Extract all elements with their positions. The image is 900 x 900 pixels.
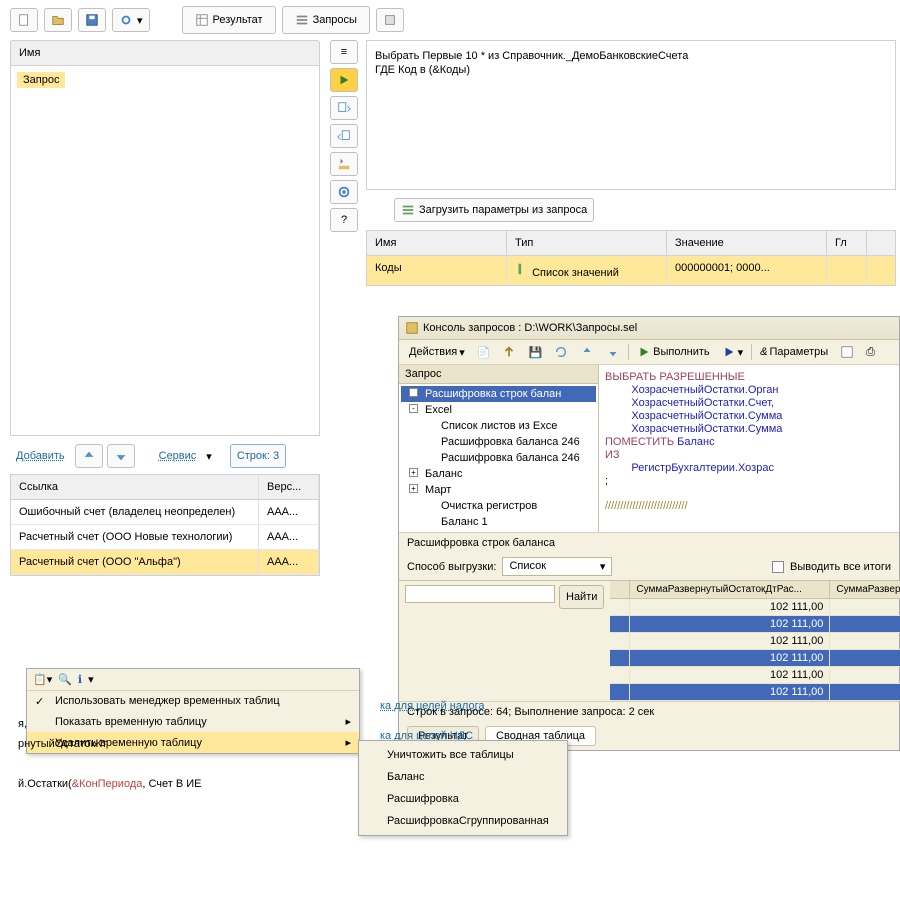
- new-doc-button[interactable]: [10, 8, 38, 32]
- queries-label: Запросы: [313, 14, 357, 26]
- param-row[interactable]: Коды Список значений 000000001; 0000...: [367, 256, 895, 285]
- list-icon: [515, 262, 529, 276]
- help-button[interactable]: ?: [330, 208, 358, 232]
- left-tree-body: Запрос: [10, 66, 320, 436]
- ctx-copy-icon[interactable]: 📋▾: [33, 673, 52, 686]
- search-input[interactable]: [405, 585, 555, 603]
- show-totals-checkbox[interactable]: [772, 561, 784, 573]
- grid-row[interactable]: 102 111,00: [610, 616, 900, 633]
- table-row[interactable]: Расчетный счет (ООО Новые технологии)ААА…: [11, 525, 319, 550]
- load-params-button[interactable]: Загрузить параметры из запроса: [394, 198, 594, 222]
- grid-row[interactable]: 102 111,00: [610, 650, 900, 667]
- console-tree: +Расшифровка строк балан -Excel Список л…: [399, 384, 598, 532]
- console-title-text: Консоль запросов : D:\WORK\Запросы.sel: [423, 322, 637, 334]
- expand-icon[interactable]: +: [409, 388, 418, 397]
- tree-item[interactable]: Список листов из Exce: [401, 418, 596, 434]
- submenu-item[interactable]: РасшифровкаСгруппированная: [359, 810, 567, 832]
- tree-item[interactable]: Очистка регистров: [401, 498, 596, 514]
- move-down-button[interactable]: [107, 444, 135, 468]
- tax-link[interactable]: ка для целей налога: [380, 700, 484, 712]
- execute-button[interactable]: Выполнить: [633, 343, 713, 361]
- target-button[interactable]: [330, 180, 358, 204]
- grid-col-2[interactable]: СуммаРазвер: [830, 581, 900, 598]
- console-code-view[interactable]: ВЫБРАТЬ РАЗРЕШЕННЫЕ ХозрасчетныйОстатки.…: [599, 365, 899, 532]
- expand-icon[interactable]: +: [409, 468, 418, 477]
- grid-row[interactable]: 102 111,00: [610, 633, 900, 650]
- tb-refresh-icon[interactable]: [550, 343, 572, 361]
- edit-button[interactable]: [330, 152, 358, 176]
- tb-new-icon[interactable]: 📄: [473, 344, 495, 361]
- submenu-item[interactable]: Расшифровка: [359, 788, 567, 810]
- ctx-find-icon[interactable]: 🔍: [58, 673, 72, 686]
- param-col-type[interactable]: Тип: [507, 231, 667, 255]
- export-label: Способ выгрузки:: [407, 561, 496, 573]
- result-label: Результат: [213, 14, 263, 26]
- queries-button[interactable]: Запросы: [282, 6, 370, 34]
- tb-up2-icon[interactable]: [576, 343, 598, 361]
- col-ref-header[interactable]: Ссылка: [11, 475, 259, 499]
- query-editor[interactable]: Выбрать Первые 10 * из Справочник._ДемоБ…: [366, 40, 896, 190]
- tree-item[interactable]: Баланс 1: [401, 514, 596, 530]
- table-row[interactable]: Расчетный счет (ООО "Альфа")ААА...: [11, 550, 319, 575]
- grid-row[interactable]: 102 111,00: [610, 684, 900, 701]
- console-window: Консоль запросов : D:\WORK\Запросы.sel Д…: [398, 316, 900, 751]
- add-link[interactable]: Добавить: [10, 446, 71, 466]
- collapse-icon[interactable]: -: [409, 404, 418, 413]
- submenu-item[interactable]: Баланс: [359, 766, 567, 788]
- result-button[interactable]: Результат: [182, 6, 276, 34]
- extra-button[interactable]: [376, 8, 404, 32]
- service-link[interactable]: Сервис: [153, 446, 203, 466]
- grid-row[interactable]: 102 111,00: [610, 667, 900, 684]
- submenu-item[interactable]: Уничтожить все таблицы: [359, 744, 567, 766]
- menu-icon[interactable]: ≡: [330, 40, 358, 64]
- console-tree-header[interactable]: Запрос: [399, 365, 598, 384]
- open-button[interactable]: [44, 8, 72, 32]
- tb-grid-icon[interactable]: [836, 343, 858, 361]
- row-selector-header[interactable]: [610, 581, 630, 598]
- execute-next-button[interactable]: ▾: [718, 343, 748, 361]
- row-count-indicator: Строк: 3: [230, 444, 286, 468]
- ctx-info-icon[interactable]: ℹ: [78, 673, 82, 686]
- save-button[interactable]: [78, 8, 106, 32]
- param-col-value[interactable]: Значение: [667, 231, 827, 255]
- tb-up-icon[interactable]: [498, 343, 520, 361]
- table-row[interactable]: Ошибочный счет (владелец неопределен)ААА…: [11, 500, 319, 525]
- left-tree-header: Имя: [10, 40, 320, 66]
- tb-more-icon[interactable]: ⎙: [862, 344, 879, 361]
- tree-item[interactable]: -Excel: [401, 402, 596, 418]
- copy-in-button[interactable]: [330, 96, 358, 120]
- move-up-button[interactable]: [75, 444, 103, 468]
- run-button[interactable]: [330, 68, 358, 92]
- params-button[interactable]: & Параметры: [756, 344, 832, 360]
- actions-menu[interactable]: Действия ▾: [405, 344, 469, 361]
- param-col-gl[interactable]: Гл: [827, 231, 867, 255]
- col-ver-header[interactable]: Верс...: [259, 475, 319, 499]
- tree-item[interactable]: Расшифровка баланса 246: [401, 434, 596, 450]
- show-totals-label: Выводить все итоги: [790, 561, 891, 573]
- check-icon: ✓: [35, 695, 44, 708]
- tree-item[interactable]: Расшифровка баланса 246: [401, 450, 596, 466]
- tree-item[interactable]: +Баланс: [401, 466, 596, 482]
- param-col-name[interactable]: Имя: [367, 231, 507, 255]
- submenu-arrow-icon: ▸: [345, 736, 351, 749]
- find-button[interactable]: Найти: [559, 585, 604, 609]
- copy-out-button[interactable]: [330, 124, 358, 148]
- tree-item-query[interactable]: Запрос: [17, 72, 65, 88]
- console-current-query: Расшифровка строк баланса: [399, 532, 899, 553]
- settings-button[interactable]: ▾: [112, 8, 150, 32]
- context-submenu: Уничтожить все таблицы Баланс Расшифровк…: [358, 740, 568, 836]
- tree-item[interactable]: +Март: [401, 482, 596, 498]
- bg-code-snippet: я,рнутыйОстатокКт й.Остатки(&КонПериода,…: [18, 714, 202, 794]
- expand-icon[interactable]: +: [409, 484, 418, 493]
- tb-save-icon[interactable]: 💾: [524, 344, 546, 361]
- grid-row[interactable]: 102 111,00: [610, 599, 900, 616]
- tree-item[interactable]: +Расшифровка строк балан: [401, 386, 596, 402]
- window-icon: [405, 321, 419, 335]
- submenu-arrow-icon: ▸: [345, 715, 351, 728]
- grid-col-1[interactable]: СуммаРазвернутыйОстатокДтРас...: [630, 581, 830, 598]
- export-combo[interactable]: Список▾: [502, 557, 612, 576]
- tb-down-icon[interactable]: [602, 343, 624, 361]
- ctx-use-temp-mgr[interactable]: ✓Использовать менеджер временных таблиц: [27, 691, 359, 711]
